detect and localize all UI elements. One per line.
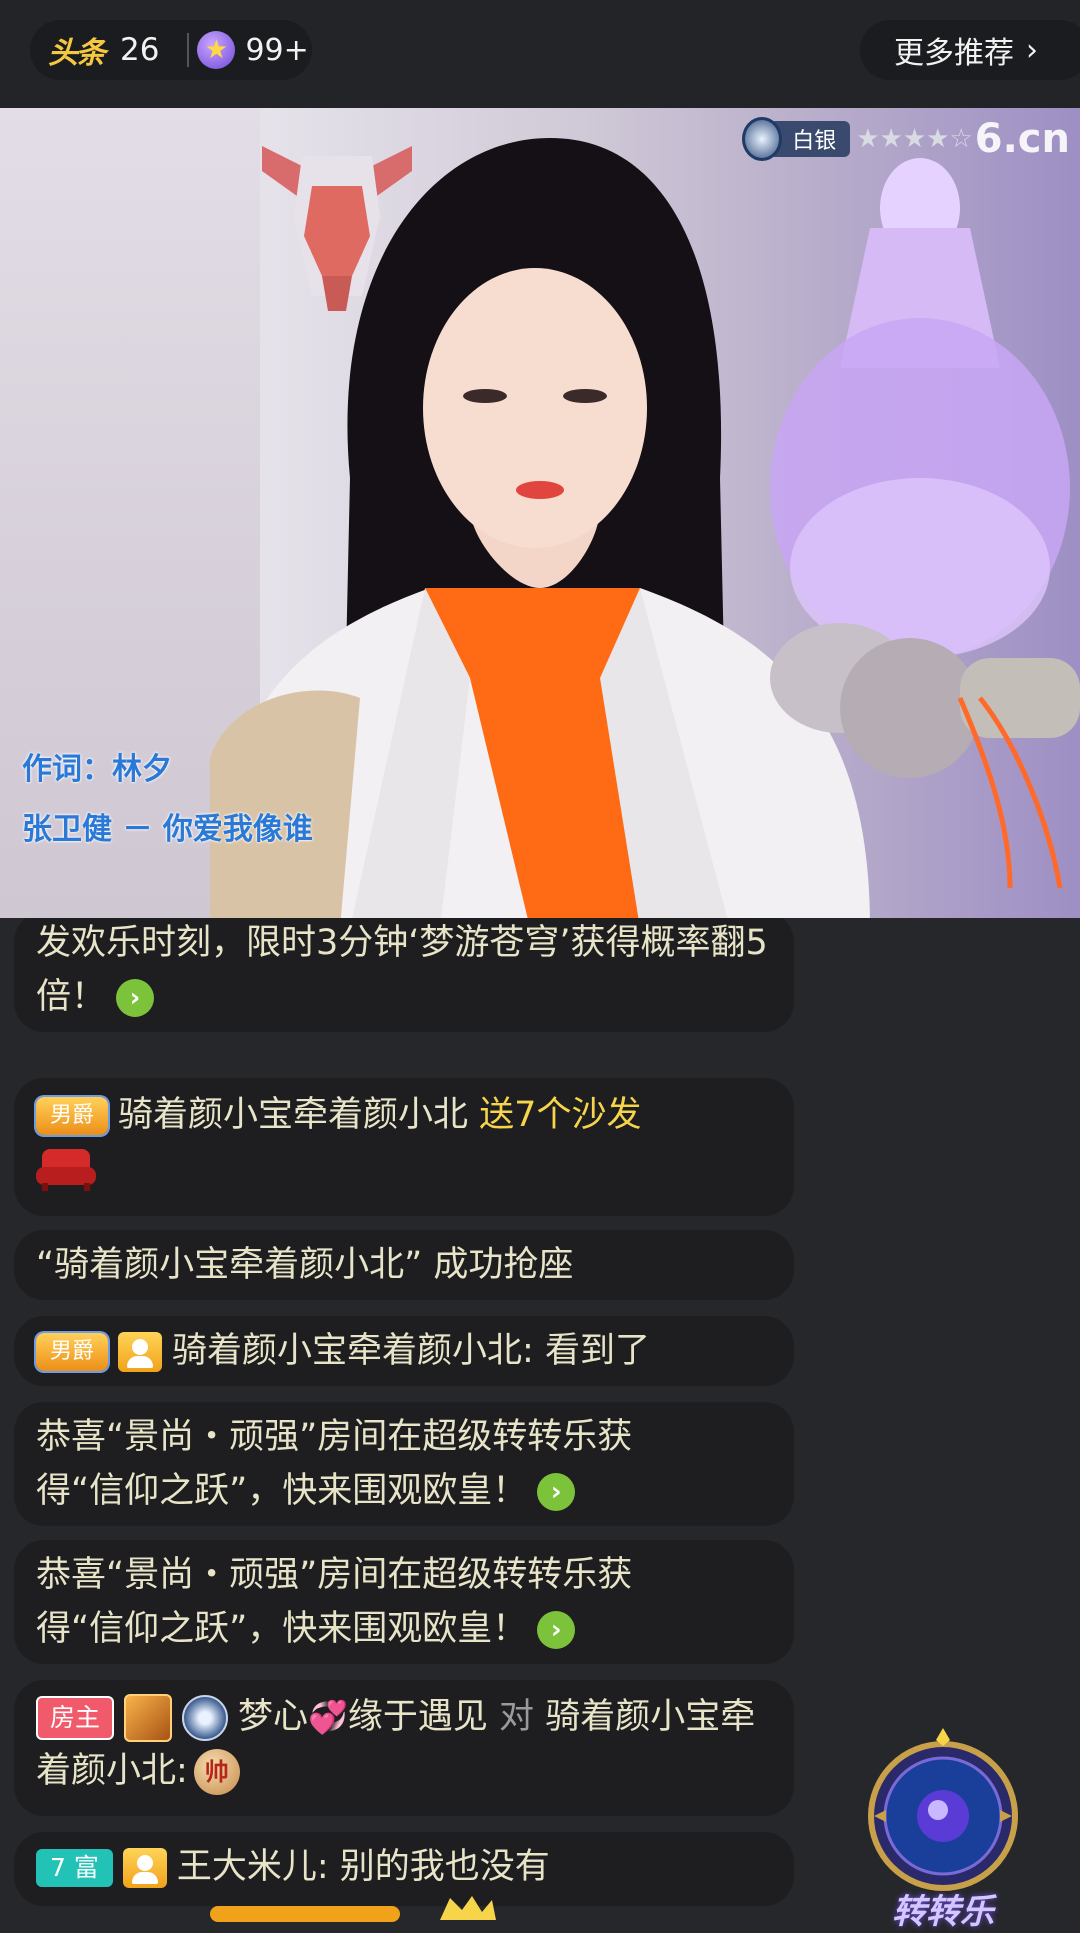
chat-message[interactable]: 男爵 骑着颜小宝牵着颜小北 送7个沙发 (14, 1078, 794, 1216)
go-arrow-icon[interactable]: › (537, 1611, 576, 1649)
chat-message[interactable]: 恭喜“景尚・顽强”房间在超级转转乐获得“信仰之跃”，快来围观欧皇！ › (14, 1402, 794, 1526)
chat-text: 别的我也没有 (339, 1847, 550, 1887)
headline-pill[interactable]: 头条 26 ★ 99+ (30, 20, 312, 80)
star-count: 99+ (245, 32, 309, 68)
chat-message[interactable]: 发欢乐时刻，限时3分钟‘梦游苍穹’获得概率翻5倍！ › (14, 918, 794, 1032)
silver-level-icon (182, 1695, 229, 1741)
chat-message[interactable]: 男爵 骑着颜小宝牵着颜小北: 看到了 (14, 1316, 794, 1386)
chevron-right-icon: › (1026, 32, 1038, 68)
song-title: 张卫健 － 你爱我像谁 (22, 812, 313, 847)
wealth-level-badge: 7 富 (36, 1849, 113, 1887)
more-recommend-label: 更多推荐 (894, 36, 1014, 71)
gold-rank-icon (124, 1694, 173, 1742)
star-icon: ★ (197, 31, 236, 69)
chat-list[interactable]: 发欢乐时刻，限时3分钟‘梦游苍穹’获得概率翻5倍！ › 男爵 骑着颜小宝牵着颜小北 … (14, 918, 794, 1920)
live-video[interactable]: 白银 ★★★★☆ 6.cn 作词：林夕 张卫健 － 你爱我像谁 (0, 108, 1080, 918)
badge-stars: ★★★★☆ (856, 124, 973, 154)
chat-username[interactable]: 梦心 (238, 1697, 308, 1737)
silver-level-icon (742, 117, 783, 161)
badge-level-label: 白银 (774, 121, 851, 157)
seat-grab-text: “骑着颜小宝牵着颜小北” 成功抢座 (36, 1245, 574, 1285)
sofa-icon (36, 1149, 96, 1191)
chat-username[interactable]: 骑着颜小宝牵着颜小北 (118, 1095, 468, 1135)
host-badge: 房主 (36, 1696, 115, 1740)
more-recommend-button[interactable]: 更多推荐 › (860, 20, 1080, 80)
headline-count: 26 (120, 32, 160, 68)
top-bar: 头条 26 ★ 99+ 更多推荐 › (0, 0, 1080, 108)
go-arrow-icon[interactable]: › (537, 1473, 576, 1511)
crown-decoration (210, 1896, 496, 1922)
user-icon (122, 1848, 167, 1888)
to-label: 对 (499, 1697, 535, 1737)
user-icon (118, 1332, 163, 1372)
turntable-widget-label[interactable]: 转转乐 (858, 1884, 1028, 1933)
chat-username[interactable]: 骑着颜小宝牵着颜小北: (172, 1331, 534, 1371)
gift-text: 送7个沙发 (479, 1095, 642, 1135)
chat-message[interactable]: 房主 梦心💞缘于遇见 对 骑着颜小宝牵着颜小北: 帅 (14, 1680, 794, 1816)
noble-badge: 男爵 (36, 1097, 109, 1135)
shuai-emoji-icon: 帅 (193, 1749, 240, 1795)
headline-logo: 头条 (48, 36, 106, 71)
chat-message[interactable]: 恭喜“景尚・顽强”房间在超级转转乐获得“信仰之跃”，快来围观欧皇！ › (14, 1540, 794, 1664)
watermark: 6.cn (974, 116, 1070, 162)
noble-badge: 男爵 (36, 1333, 109, 1371)
heart-icon: 💞 (308, 1698, 348, 1736)
go-arrow-icon[interactable]: › (116, 979, 155, 1017)
lyric-credit: 作词：林夕 (22, 752, 172, 787)
chat-username[interactable]: 王大米儿: (177, 1847, 329, 1887)
chat-text: 看到了 (544, 1331, 650, 1371)
microphone-decoration (770, 623, 1080, 888)
divider (187, 33, 190, 67)
chat-message[interactable]: “骑着颜小宝牵着颜小北” 成功抢座 (14, 1230, 794, 1300)
chat-username-suffix[interactable]: 缘于遇见 (348, 1697, 488, 1737)
anchor-level-badge: 白银 ★★★★☆ 6.cn (742, 116, 1070, 162)
